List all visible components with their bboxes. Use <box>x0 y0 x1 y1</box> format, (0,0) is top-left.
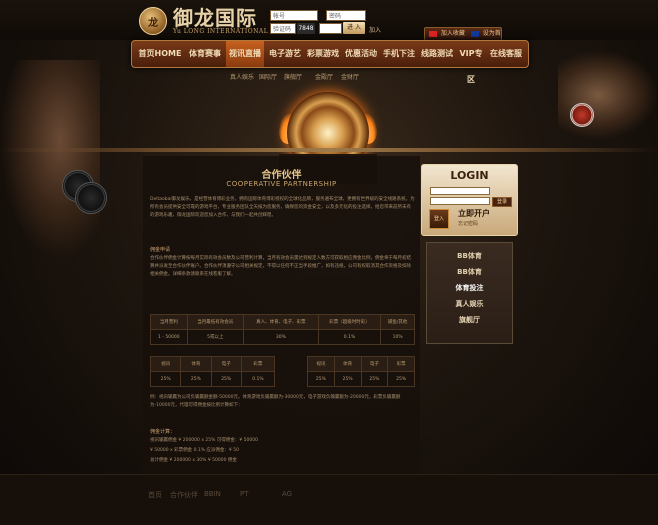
bookmark-link[interactable]: 加入收藏 <box>441 30 465 37</box>
login-submit-button[interactable]: 登入 <box>429 209 449 229</box>
section-title: 佣金申请 <box>150 247 171 253</box>
nav-support[interactable]: 在线客服 <box>489 41 523 67</box>
flag-icon <box>429 30 437 37</box>
intro-text: Deltaobal御龙娱乐，是经营体育博彩业务，拥有国际体育博彩授权的全球化品牌… <box>150 197 415 218</box>
table-cell: 25% <box>210 371 242 387</box>
example-note: 例：视讯输赢为公司负输赢额金额-50000元，体育游戏负输赢额为-30000元，… <box>150 395 401 408</box>
table-header: 彩票（超级时时彩） <box>317 314 382 330</box>
table-header: 彩票 <box>240 356 276 372</box>
dragon-emblem-icon: 龙 <box>139 7 167 35</box>
chip-icon <box>75 182 107 214</box>
brand-logo[interactable]: 龙 御龙国际 Yu LONG INTERNATIONAL <box>139 7 268 35</box>
nav-mobile[interactable]: 手机下注 <box>382 41 416 67</box>
captcha-input[interactable]: 验证码 <box>270 23 296 34</box>
footer-logo: 首页 <box>148 491 162 499</box>
footer-logo: PT <box>240 490 249 498</box>
dealer-hand-left-image <box>0 60 100 260</box>
captcha-image[interactable]: 7848 <box>297 23 315 34</box>
brand-name-cn: 御龙国际 <box>173 5 257 30</box>
table-cell: 25% <box>333 371 362 387</box>
table-header: 捕鱼/其他 <box>380 314 415 330</box>
login-confirm-button[interactable]: 登录 <box>492 197 512 207</box>
calc-line: 视讯输赢佣金 ¥ 200000 x 25% 可得佣金：¥ 50000 <box>150 438 258 443</box>
roulette-banner-image <box>279 92 377 184</box>
table-cell: 1 - 50000 <box>150 329 188 345</box>
language-bar: 加入收藏 设为首页 <box>424 27 502 49</box>
flag-icon <box>470 30 479 37</box>
main-content: 合作伙伴 COOPERATIVE PARTNERSHIP Deltaobal御龙… <box>143 156 420 474</box>
side-menu-item[interactable]: 体育投注 <box>427 283 512 293</box>
calc-title: 佣金计算： <box>150 429 176 435</box>
table-cell: 25% <box>307 371 335 387</box>
table-cell: 25% <box>387 371 415 387</box>
password-input-2[interactable] <box>319 23 342 34</box>
side-menu-item[interactable]: 真人娱乐 <box>427 299 512 309</box>
nav-slots[interactable]: 电子游艺 <box>268 41 302 67</box>
table-header: 体育 <box>333 356 362 372</box>
forgot-password-link[interactable]: 忘记密码 <box>458 220 478 227</box>
nav-home[interactable]: 首页HOME <box>138 41 182 67</box>
calc-line: ¥ 50000 x 彩票佣金 0.1% 应派佣金：¥ 50 <box>150 448 239 453</box>
main-nav: 首页HOME 体育赛事 视讯直播 电子游艺 彩票游戏 优惠活动 手机下注 线路测… <box>131 40 529 84</box>
nav-promotions[interactable]: 优惠活动 <box>344 41 378 67</box>
table-header: 体育 <box>180 356 212 372</box>
password-input[interactable]: 密码 <box>326 10 366 21</box>
username-field[interactable] <box>430 187 490 195</box>
nav-sports[interactable]: 体育赛事 <box>188 41 222 67</box>
section-text: 合作伙伴佣金计算按每月实际有效会员数及公司营利计算，当月有效会员需达到规定人数方… <box>150 256 411 277</box>
page-title: 合作伙伴 <box>261 170 302 181</box>
subnav-item[interactable]: 真人娱乐 <box>230 72 254 81</box>
rate-table-left: 视讯 体育 电子 彩票 25% 25% 25% 0.1% <box>149 356 276 387</box>
table-cell: 0.1% <box>240 371 276 387</box>
subnav-item[interactable]: 金财厅 <box>341 72 359 81</box>
table-cell: 10% <box>380 329 415 345</box>
nav-live[interactable]: 视讯直播 <box>226 41 264 67</box>
commission-table: 当月营利 当月最低有效会员 真人、体育、电子、彩票 彩票（超级时时彩） 捕鱼/其… <box>150 314 415 345</box>
join-link[interactable]: 加入 <box>369 25 381 34</box>
table-header: 当月最低有效会员 <box>186 314 244 330</box>
nav-lottery[interactable]: 彩票游戏 <box>306 41 340 67</box>
table-header: 视讯 <box>307 356 335 372</box>
side-menu: BB体育 BB体育 体育投注 真人娱乐 旗舰厅 <box>426 242 513 344</box>
password-field[interactable] <box>430 197 490 205</box>
divider <box>0 148 658 152</box>
footer-logo: AG <box>282 490 293 498</box>
calc-line: 总计佣金 ¥ 200000 x 30% ¥ 50000 佣金 <box>150 458 237 463</box>
table-header: 真人、体育、电子、彩票 <box>242 314 319 330</box>
login-panel: LOGIN 登录 登入 立即开户 忘记密码 <box>421 164 518 236</box>
side-menu-item[interactable]: 旗舰厅 <box>427 315 512 325</box>
table-cell: 25% <box>149 371 182 387</box>
footer-logo: 合作伙伴 <box>170 491 198 499</box>
subnav-item[interactable]: 国际厅 <box>259 72 277 81</box>
footer-logo: BBIN <box>204 490 221 498</box>
dealer-hand-right-image <box>558 50 658 140</box>
nav-line-test[interactable]: 线路测试 <box>420 41 454 67</box>
account-input[interactable]: 帐号 <box>270 10 318 21</box>
rate-table-right: 视讯 体育 电子 彩票 25% 25% 25% 25% <box>307 356 415 387</box>
table-cell: 0.1% <box>317 329 382 345</box>
login-enter-button[interactable]: 进 入 <box>343 22 365 34</box>
side-menu-item[interactable]: BB体育 <box>427 251 512 261</box>
chip-icon <box>570 103 594 127</box>
register-link[interactable]: 立即开户 <box>458 208 490 219</box>
subnav-item[interactable]: 金殿厅 <box>315 72 333 81</box>
subnav-item[interactable]: 旗舰厅 <box>284 72 302 81</box>
table-cell: 5或以上 <box>186 329 244 345</box>
table-header: 电子 <box>210 356 242 372</box>
login-title: LOGIN <box>450 169 489 182</box>
side-menu-item[interactable]: BB体育 <box>427 267 512 277</box>
footer <box>0 474 658 525</box>
nav-vip[interactable]: VIP专区 <box>456 41 486 84</box>
table-cell: 30% <box>242 329 319 345</box>
table-header: 当月营利 <box>150 314 188 330</box>
page-subtitle: COOPERATIVE PARTNERSHIP <box>226 180 337 188</box>
table-cell: 25% <box>360 371 389 387</box>
table-header: 彩票 <box>387 356 415 372</box>
brand-name-en: Yu LONG INTERNATIONAL <box>173 27 269 35</box>
table-header: 电子 <box>360 356 389 372</box>
table-cell: 25% <box>180 371 212 387</box>
table-header: 视讯 <box>149 356 182 372</box>
